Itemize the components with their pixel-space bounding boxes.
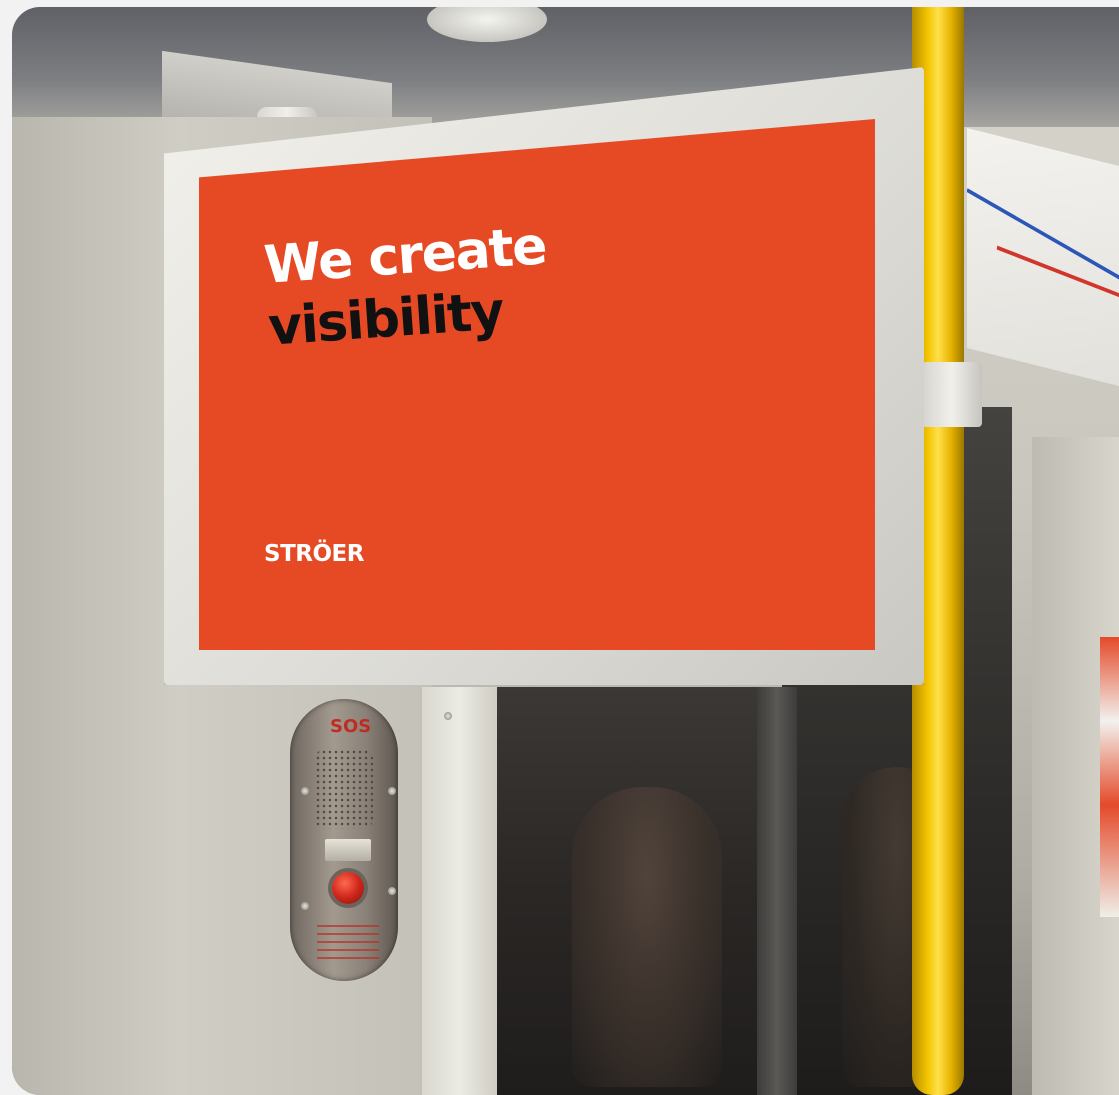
emergency-button[interactable] xyxy=(332,872,364,904)
door-frame xyxy=(757,687,797,1095)
door-side-panel xyxy=(422,687,497,1095)
screw-icon xyxy=(388,787,396,795)
route-map xyxy=(967,128,1119,386)
passenger-reflection xyxy=(572,787,722,1087)
brand-logo: STRÖER xyxy=(264,541,364,567)
ad-screen xyxy=(199,119,875,650)
intercom-instructions xyxy=(317,925,379,965)
photo: We create visibility STRÖER SOS xyxy=(12,7,1119,1095)
screw-icon xyxy=(301,787,309,795)
sos-label: SOS xyxy=(330,716,372,737)
speaker-grille xyxy=(315,749,373,829)
intercom-display xyxy=(325,839,371,861)
screw-icon xyxy=(388,887,396,895)
screw-icon xyxy=(301,902,309,910)
wall-sticker xyxy=(1100,637,1119,917)
ad-headline: We create visibility xyxy=(262,215,552,358)
pole-bracket xyxy=(922,362,982,427)
route-line-red xyxy=(996,245,1119,327)
screw-icon xyxy=(444,712,452,720)
